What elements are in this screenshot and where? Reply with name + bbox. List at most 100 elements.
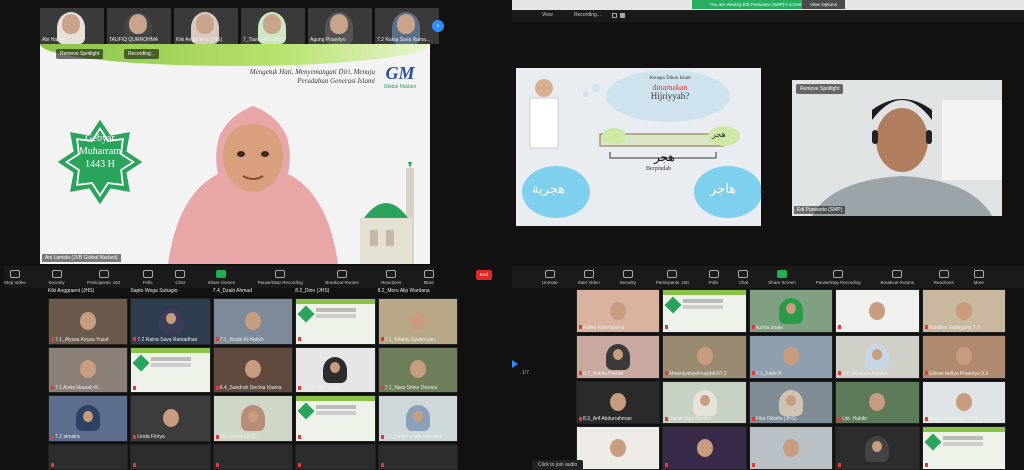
strip-video-tile[interactable]: Kiki Anggraeni (JHS) (174, 8, 238, 44)
toolbar-pause-stop-recording-button[interactable]: Pause/Stop Recording (816, 269, 861, 285)
toolbar-participants-button[interactable]: Participants 162 (87, 269, 120, 285)
view-button[interactable]: View (542, 12, 553, 18)
participant-tile[interactable]: Nadya Nishanani JHS (921, 380, 1006, 425)
participant-name: Ms. Gresti (JHS) (215, 434, 257, 440)
toolbar-pause-stop-recording-button[interactable]: Pause/Stop Recording (258, 269, 303, 285)
participant-tile[interactable]: 7.2_Balqis shafa salsabila (377, 395, 458, 442)
participant-tile[interactable]: Gibran Aditya Prasetyo 9.3 (921, 334, 1006, 379)
participant-name: 7.1_Alyssa Keysa Yusuf (51, 337, 109, 343)
participant-tile[interactable]: 8.3_Nabila Pratiwi (576, 334, 661, 379)
participant-tile[interactable]: Ust. Habibi (835, 380, 920, 425)
participant-tile[interactable]: 7.1 Areta Naurah R... (48, 346, 129, 394)
pause-recording-icon[interactable] (612, 13, 617, 18)
participant-tile[interactable]: 7.2 Raina Sava Ramadhan (130, 298, 211, 345)
toolbar-unmute-button[interactable]: Unmute (542, 269, 558, 285)
toolbar-more-button[interactable]: More (974, 269, 984, 285)
participant-tile[interactable]: 7.1_Rusbi Al-Hafizh (212, 298, 294, 345)
toolbar-polls-button[interactable]: Polls (142, 269, 153, 285)
toolbar-reactions-button[interactable]: Reactions (934, 269, 954, 285)
participant-tile[interactable]: 6.3_Chamadira Agila (835, 289, 920, 333)
view-options-button[interactable]: View Options (802, 0, 845, 9)
participant-name: 7.2 almaira (51, 434, 80, 440)
participant-tile[interactable]: Randhia Sabagana 7.3 (921, 289, 1006, 333)
participant-tile[interactable]: Suswanto (662, 289, 747, 333)
participant-tile[interactable]: khsanlyaisyahnajidah07.2 (662, 334, 747, 379)
participant-name: 7.1_Naula Alifa Zahra (133, 385, 185, 391)
participant-tile[interactable] (921, 426, 1006, 470)
participant-face (610, 301, 627, 320)
remove-spotlight-button-right[interactable]: Remove Spotlight (796, 84, 844, 94)
participant-tile[interactable]: 7.3_Rafika Intan (295, 346, 376, 394)
toolbar-share-screen-button[interactable]: Share Screen (768, 269, 796, 285)
participant-tile[interactable] (835, 426, 920, 470)
page-indicator: 1/7 (522, 370, 529, 376)
participant-tile[interactable]: Sarah Susi Meritka (662, 380, 747, 425)
stop-recording-icon[interactable] (620, 13, 625, 18)
toolbar-label: Unmute (542, 279, 558, 285)
toolbar-stop-video-button[interactable]: Stop Video (4, 269, 26, 285)
participant-tile[interactable]: 7.1_Nara Shine Dwovia (377, 346, 458, 394)
toolbar-chat-button[interactable]: Chat (738, 269, 749, 285)
strip-video-tile[interactable]: Agung Prasetyo (308, 8, 372, 44)
prev-page-icon[interactable] (512, 360, 518, 368)
toolbar-more-button[interactable]: More (423, 269, 434, 285)
toolbar-icon (583, 269, 594, 278)
participant-tile[interactable] (662, 426, 747, 470)
toolbar-participants-button[interactable]: Participants 160 (656, 269, 689, 285)
slide-arabic-left: هجرية (532, 182, 566, 197)
participant-tile[interactable] (576, 426, 661, 470)
toolbar-share-screen-button[interactable]: Share Screen (208, 269, 235, 285)
toolbar-start-video-button[interactable]: Start Video (578, 269, 600, 285)
participant-tile[interactable] (295, 444, 376, 470)
toolbar-security-button[interactable]: Security (48, 269, 65, 285)
participant-face (397, 14, 415, 34)
participant-tile[interactable] (130, 444, 211, 470)
muted-mic-icon (579, 325, 582, 330)
participant-tile[interactable]: 8.4_Sandrah Dechia Utama (212, 346, 294, 394)
participant-name-text: Randhia Sabagana 7.3 (928, 324, 980, 331)
toolbar-breakout-rooms-button[interactable]: Breakout Rooms (880, 269, 914, 285)
logo-main: GM (385, 63, 415, 83)
participant-tile[interactable]: 7.1_Alyssa Keysa Yusuf (48, 298, 129, 345)
participant-tile[interactable]: 8.1_Athanya Hamidi (835, 334, 920, 379)
participant-tile[interactable]: Ms. Gresti (JHS) (212, 395, 294, 442)
remove-spotlight-button[interactable]: Remove Spotlight (56, 49, 104, 59)
strip-video-tile[interactable]: 7_Tiara Fitri (JHS) (241, 8, 305, 44)
strip-video-tile[interactable]: Abi Habibi (40, 8, 104, 44)
toolbar-icon (142, 269, 153, 278)
participant-tile[interactable]: 8_Mch. Dafi Pangestu (295, 395, 376, 442)
muted-mic-icon (924, 371, 928, 376)
participant-tile[interactable]: Linda Fitriya (130, 395, 211, 442)
toolbar-reactions-button[interactable]: Reactions (381, 269, 401, 285)
participant-tile[interactable]: Ridha Rahmasona (576, 289, 661, 333)
participant-tile[interactable]: 7.1_Rifaldy Syahruyan (377, 298, 458, 345)
muted-mic-icon (51, 434, 54, 439)
end-meeting-button[interactable]: End (476, 270, 492, 280)
participant-tile[interactable] (212, 444, 294, 470)
participant-tile[interactable] (377, 444, 458, 470)
participant-tile[interactable]: Fika Oktafia (JHS) (748, 380, 834, 425)
participant-tile[interactable] (748, 426, 834, 470)
toolbar-icon (423, 269, 434, 278)
participant-tile[interactable]: 8.3_Arif Abdurrahman (576, 380, 661, 425)
participant-face (244, 360, 261, 379)
strip-video-tile[interactable]: 7.2 Raina Sava Rama... (375, 8, 439, 44)
participant-tile[interactable]: kurnia anaw (748, 289, 834, 333)
toolbar-polls-button[interactable]: Polls (708, 269, 719, 285)
muted-mic-icon (380, 434, 384, 439)
toolbar-security-button[interactable]: Security (620, 269, 636, 285)
strip-next-button[interactable]: › (432, 20, 444, 32)
toolbar-chat-button[interactable]: Chat (175, 269, 186, 285)
slide-star (924, 433, 942, 451)
toolbar-breakout-rooms-button[interactable]: Breakout Rooms (325, 269, 359, 285)
participant-tile[interactable] (48, 444, 129, 470)
participant-tile[interactable]: ahmad ageng Zufard (295, 298, 376, 345)
strip-video-tile[interactable]: TAUFIQ QURROHMA (107, 8, 171, 44)
participant-face (165, 313, 176, 325)
click-to-join-audio-button[interactable]: Click to join audio (532, 460, 584, 470)
participant-tile[interactable]: 7.2 almaira (48, 395, 129, 442)
participant-name: 8_Mch. Dafi Pangestu (298, 434, 351, 440)
participant-tile[interactable]: 7.1_Naula Alifa Zahra (130, 346, 211, 394)
right-top-bar: View Recording... (512, 10, 1024, 22)
participant-tile[interactable]: 7.1_Fathi R (748, 334, 834, 379)
